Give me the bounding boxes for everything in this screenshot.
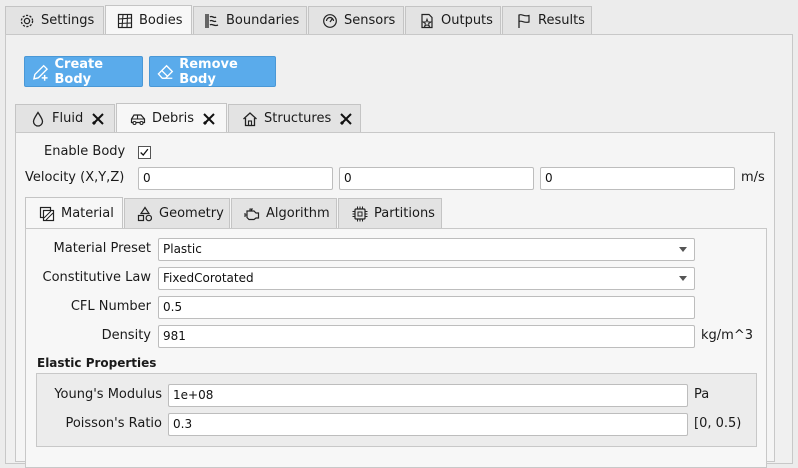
poissons-ratio-unit: [0, 0.5) <box>694 416 742 431</box>
tab-label: Material <box>61 206 114 221</box>
youngs-modulus-label: Young's Modulus <box>54 387 162 402</box>
eraser-icon <box>157 64 174 79</box>
enable-body-label: Enable Body <box>44 144 126 159</box>
tab-label: Structures <box>264 111 332 126</box>
tab-bodies[interactable]: Bodies <box>105 5 192 35</box>
tab-label: Boundaries <box>226 13 300 28</box>
velocity-x-input[interactable]: 0 <box>138 167 333 190</box>
density-unit: kg/m^3 <box>701 328 753 343</box>
density-label: Density <box>101 328 151 343</box>
create-body-button[interactable]: Create Body <box>24 56 143 87</box>
tab-label: Outputs <box>441 13 493 28</box>
gear-icon <box>19 13 35 29</box>
cfl-number-input[interactable]: 0.5 <box>158 296 695 319</box>
constitutive-law-select[interactable]: FixedCorotated <box>158 267 695 290</box>
tab-label: Settings <box>41 13 95 28</box>
file-icon <box>419 13 435 29</box>
tab-material[interactable]: Material <box>25 197 123 229</box>
chevron-down-icon <box>679 247 687 252</box>
close-tab-icon[interactable] <box>202 112 216 126</box>
tab-outputs[interactable]: Outputs <box>405 6 501 34</box>
chevron-down-icon <box>679 276 687 281</box>
youngs-modulus-input[interactable]: 1e+08 <box>168 384 688 407</box>
house-icon <box>242 111 258 127</box>
tab-label: Geometry <box>159 206 224 221</box>
velocity-z-input[interactable]: 0 <box>540 167 735 190</box>
tab-sensors[interactable]: Sensors <box>308 6 404 34</box>
tab-debris[interactable]: Debris <box>116 103 227 133</box>
tab-label: Fluid <box>52 111 84 126</box>
pencil-plus-icon <box>33 64 49 81</box>
tab-structures[interactable]: Structures <box>228 104 361 132</box>
tab-fluid[interactable]: Fluid <box>15 104 115 132</box>
tab-partitions[interactable]: Partitions <box>338 198 442 228</box>
tab-results[interactable]: Results <box>502 6 592 34</box>
enable-body-checkbox[interactable] <box>138 146 151 159</box>
tab-label: Bodies <box>139 13 183 28</box>
tab-label: Debris <box>152 111 194 126</box>
engine-icon <box>244 206 260 222</box>
tab-geometry[interactable]: Geometry <box>124 198 230 228</box>
car-icon <box>130 111 146 127</box>
density-input[interactable]: 981 <box>158 325 695 348</box>
constitutive-law-value: FixedCorotated <box>163 271 254 285</box>
material-preset-value: Plastic <box>163 242 202 256</box>
youngs-modulus-unit: Pa <box>694 387 710 402</box>
velocity-label: Velocity (X,Y,Z) <box>25 170 125 185</box>
material-preset-label: Material Preset <box>53 241 151 256</box>
create-body-label: Create Body <box>54 56 104 87</box>
tab-label: Sensors <box>344 13 396 28</box>
tab-label: Algorithm <box>266 206 330 221</box>
sensor-icon <box>322 13 338 29</box>
droplet-icon <box>30 110 46 127</box>
tab-label: Results <box>538 13 585 28</box>
remove-body-button[interactable]: Remove Body <box>149 56 276 87</box>
velocity-y-input[interactable]: 0 <box>339 167 534 190</box>
grid-icon <box>117 13 133 29</box>
tab-settings[interactable]: Settings <box>5 6 104 34</box>
shapes-icon <box>137 205 153 222</box>
poissons-ratio-input[interactable]: 0.3 <box>168 413 688 436</box>
velocity-unit: m/s <box>741 170 765 185</box>
chip-icon <box>352 206 368 222</box>
poissons-ratio-label: Poisson's Ratio <box>65 416 162 431</box>
tab-label: Partitions <box>374 206 435 221</box>
tab-algorithm[interactable]: Algorithm <box>231 198 337 228</box>
close-tab-icon[interactable] <box>339 112 353 126</box>
close-tab-icon[interactable] <box>91 112 105 126</box>
constitutive-law-label: Constitutive Law <box>42 270 151 285</box>
material-icon <box>39 206 55 222</box>
cfl-number-label: CFL Number <box>70 299 151 314</box>
checkmark-icon <box>140 148 149 156</box>
flag-icon <box>516 13 532 29</box>
elastic-properties-title: Elastic Properties <box>37 356 157 370</box>
remove-body-label: Remove Body <box>179 56 238 87</box>
material-preset-select[interactable]: Plastic <box>158 238 695 261</box>
tab-boundaries[interactable]: Boundaries <box>193 6 307 34</box>
wave-wall-icon <box>204 13 220 29</box>
